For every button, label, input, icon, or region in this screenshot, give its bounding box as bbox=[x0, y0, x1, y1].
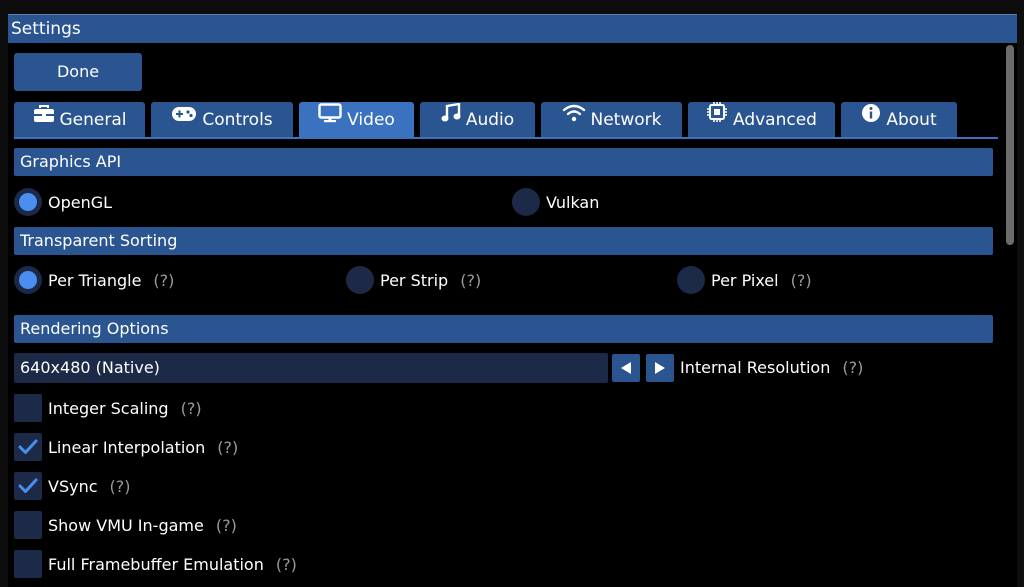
checkbox[interactable] bbox=[14, 433, 42, 461]
internal-resolution-value[interactable]: 640x480 (Native) bbox=[14, 353, 608, 383]
radio-vulkan[interactable]: Vulkan bbox=[512, 188, 599, 216]
tab-label: Advanced bbox=[733, 110, 817, 130]
tab-underline bbox=[14, 137, 998, 139]
checkbox-label: Full Framebuffer Emulation bbox=[48, 554, 264, 574]
radio-dot bbox=[677, 266, 705, 294]
checkbox-integer-scaling: Integer Scaling (?) bbox=[14, 394, 202, 422]
tab-about[interactable]: About bbox=[841, 102, 957, 138]
radio-dot-selected bbox=[14, 266, 42, 294]
tab-label: General bbox=[59, 110, 127, 130]
radio-per-pixel[interactable]: Per Pixel (?) bbox=[677, 266, 812, 294]
resolution-prev-button[interactable] bbox=[612, 354, 640, 382]
tab-advanced[interactable]: Advanced bbox=[688, 102, 835, 138]
tab-label: Controls bbox=[202, 110, 273, 130]
help-marker[interactable]: (?) bbox=[217, 438, 238, 457]
checkbox[interactable] bbox=[14, 511, 42, 539]
tab-video[interactable]: Video bbox=[299, 102, 414, 138]
toolbox-icon bbox=[33, 100, 55, 136]
section-rendering-options: Rendering Options bbox=[14, 315, 993, 343]
checkbox[interactable] bbox=[14, 394, 42, 422]
radio-per-triangle[interactable]: Per Triangle (?) bbox=[14, 266, 174, 294]
radio-dot-selected bbox=[14, 188, 42, 216]
transparent-sorting-options: Per Triangle (?) Per Strip (?) Per Pixel… bbox=[14, 266, 994, 294]
checkbox-linear-interpolation: Linear Interpolation (?) bbox=[14, 433, 238, 461]
radio-dot bbox=[512, 188, 540, 216]
done-button[interactable]: Done bbox=[14, 53, 142, 91]
help-marker[interactable]: (?) bbox=[276, 555, 297, 574]
tab-network[interactable]: Network bbox=[541, 102, 682, 138]
monitor-icon bbox=[318, 100, 342, 136]
help-marker[interactable]: (?) bbox=[791, 271, 812, 290]
radio-label: Per Triangle bbox=[48, 270, 142, 290]
resolution-next-button[interactable] bbox=[646, 354, 674, 382]
tab-label: Network bbox=[590, 110, 662, 130]
help-marker[interactable]: (?) bbox=[460, 271, 481, 290]
wifi-icon bbox=[562, 100, 586, 136]
checkbox-vsync: VSync (?) bbox=[14, 472, 131, 500]
tab-label: About bbox=[886, 110, 937, 130]
checkbox[interactable] bbox=[14, 472, 42, 500]
checkmark-icon bbox=[18, 478, 38, 493]
checkbox-show-vmu-in-game: Show VMU In-game (?) bbox=[14, 511, 237, 539]
gamepad-icon bbox=[171, 100, 197, 136]
window-title: Settings bbox=[8, 14, 1017, 43]
radio-label: Per Strip bbox=[380, 270, 449, 290]
scrollbar-thumb[interactable] bbox=[1006, 45, 1014, 245]
internal-resolution-label: Internal Resolution bbox=[680, 358, 831, 377]
settings-window: Settings Done General Controls Video Aud… bbox=[8, 14, 1017, 587]
music-note-icon bbox=[441, 100, 461, 136]
info-icon bbox=[861, 100, 881, 136]
radio-label: Per Pixel bbox=[711, 270, 779, 290]
arrow-right-icon bbox=[655, 362, 665, 374]
vertical-scrollbar[interactable] bbox=[1004, 43, 1014, 587]
section-transparent-sorting: Transparent Sorting bbox=[14, 227, 993, 255]
help-marker[interactable]: (?) bbox=[842, 353, 863, 383]
help-marker[interactable]: (?) bbox=[110, 477, 131, 496]
checkbox-label: Linear Interpolation bbox=[48, 437, 206, 457]
tab-general[interactable]: General bbox=[14, 102, 145, 138]
checkmark-icon bbox=[18, 439, 38, 454]
help-marker[interactable]: (?) bbox=[181, 399, 202, 418]
radio-opengl[interactable]: OpenGL bbox=[14, 188, 112, 216]
radio-dot bbox=[346, 266, 374, 294]
chip-icon bbox=[706, 100, 728, 136]
tab-audio[interactable]: Audio bbox=[420, 102, 535, 138]
arrow-left-icon bbox=[621, 362, 631, 374]
tab-label: Audio bbox=[465, 110, 515, 130]
checkbox-label: Show VMU In-game bbox=[48, 515, 204, 535]
radio-label: Vulkan bbox=[546, 192, 600, 212]
checkbox[interactable] bbox=[14, 550, 42, 578]
tab-label: Video bbox=[347, 110, 395, 130]
help-marker[interactable]: (?) bbox=[216, 516, 237, 535]
radio-label: OpenGL bbox=[48, 192, 113, 212]
checkbox-label: Integer Scaling bbox=[48, 398, 169, 418]
graphics-api-options: OpenGL Vulkan bbox=[14, 188, 994, 216]
internal-resolution-row: Internal Resolution (?) bbox=[680, 353, 863, 383]
section-graphics-api: Graphics API bbox=[14, 148, 993, 176]
checkbox-label: VSync bbox=[48, 476, 98, 496]
help-marker[interactable]: (?) bbox=[153, 271, 174, 290]
radio-per-strip[interactable]: Per Strip (?) bbox=[346, 266, 481, 294]
checkbox-full-framebuffer-emulation: Full Framebuffer Emulation (?) bbox=[14, 550, 297, 578]
tab-controls[interactable]: Controls bbox=[151, 102, 293, 138]
